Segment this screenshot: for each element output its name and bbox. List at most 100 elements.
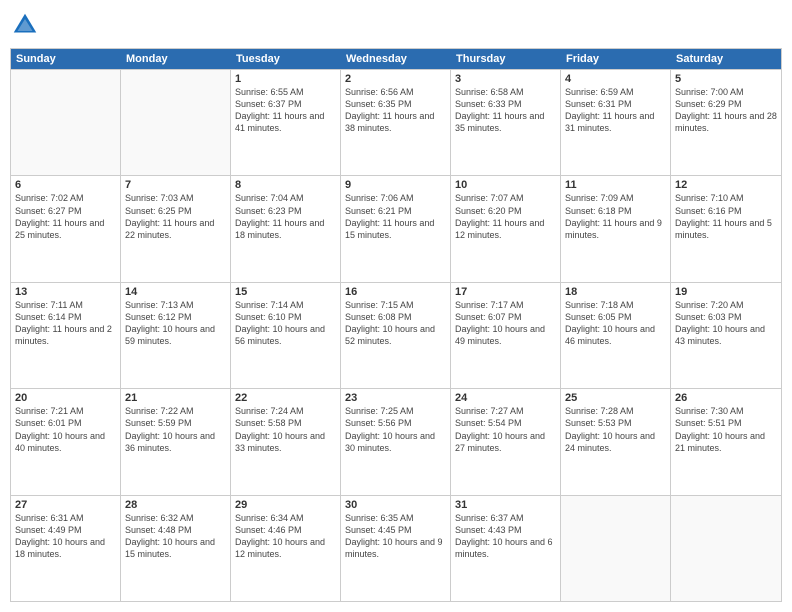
day-info: Sunrise: 7:30 AM Sunset: 5:51 PM Dayligh… <box>675 405 777 454</box>
day-info: Sunrise: 7:10 AM Sunset: 6:16 PM Dayligh… <box>675 192 777 241</box>
header-day-saturday: Saturday <box>671 49 781 69</box>
day-cell-31: 31Sunrise: 6:37 AM Sunset: 4:43 PM Dayli… <box>451 496 561 601</box>
day-cell-5: 5Sunrise: 7:00 AM Sunset: 6:29 PM Daylig… <box>671 70 781 175</box>
week-row-4: 20Sunrise: 7:21 AM Sunset: 6:01 PM Dayli… <box>11 388 781 494</box>
day-cell-7: 7Sunrise: 7:03 AM Sunset: 6:25 PM Daylig… <box>121 176 231 281</box>
day-info: Sunrise: 6:55 AM Sunset: 6:37 PM Dayligh… <box>235 86 336 135</box>
day-cell-16: 16Sunrise: 7:15 AM Sunset: 6:08 PM Dayli… <box>341 283 451 388</box>
day-number: 2 <box>345 73 446 85</box>
calendar: SundayMondayTuesdayWednesdayThursdayFrid… <box>10 48 782 602</box>
day-number: 13 <box>15 286 116 298</box>
week-row-1: 1Sunrise: 6:55 AM Sunset: 6:37 PM Daylig… <box>11 69 781 175</box>
day-cell-25: 25Sunrise: 7:28 AM Sunset: 5:53 PM Dayli… <box>561 389 671 494</box>
day-cell-17: 17Sunrise: 7:17 AM Sunset: 6:07 PM Dayli… <box>451 283 561 388</box>
day-number: 27 <box>15 499 116 511</box>
day-info: Sunrise: 7:11 AM Sunset: 6:14 PM Dayligh… <box>15 299 116 348</box>
day-number: 24 <box>455 392 556 404</box>
day-info: Sunrise: 7:15 AM Sunset: 6:08 PM Dayligh… <box>345 299 446 348</box>
week-row-3: 13Sunrise: 7:11 AM Sunset: 6:14 PM Dayli… <box>11 282 781 388</box>
day-number: 16 <box>345 286 446 298</box>
day-info: Sunrise: 6:59 AM Sunset: 6:31 PM Dayligh… <box>565 86 666 135</box>
day-number: 11 <box>565 179 666 191</box>
day-number: 22 <box>235 392 336 404</box>
page: SundayMondayTuesdayWednesdayThursdayFrid… <box>0 0 792 612</box>
day-info: Sunrise: 7:07 AM Sunset: 6:20 PM Dayligh… <box>455 192 556 241</box>
day-info: Sunrise: 6:35 AM Sunset: 4:45 PM Dayligh… <box>345 512 446 561</box>
empty-cell <box>121 70 231 175</box>
day-number: 4 <box>565 73 666 85</box>
day-cell-27: 27Sunrise: 6:31 AM Sunset: 4:49 PM Dayli… <box>11 496 121 601</box>
header-day-tuesday: Tuesday <box>231 49 341 69</box>
day-info: Sunrise: 7:06 AM Sunset: 6:21 PM Dayligh… <box>345 192 446 241</box>
day-cell-12: 12Sunrise: 7:10 AM Sunset: 6:16 PM Dayli… <box>671 176 781 281</box>
day-cell-26: 26Sunrise: 7:30 AM Sunset: 5:51 PM Dayli… <box>671 389 781 494</box>
day-number: 9 <box>345 179 446 191</box>
day-info: Sunrise: 7:27 AM Sunset: 5:54 PM Dayligh… <box>455 405 556 454</box>
day-number: 7 <box>125 179 226 191</box>
day-number: 5 <box>675 73 777 85</box>
day-info: Sunrise: 6:32 AM Sunset: 4:48 PM Dayligh… <box>125 512 226 561</box>
day-info: Sunrise: 7:22 AM Sunset: 5:59 PM Dayligh… <box>125 405 226 454</box>
day-number: 20 <box>15 392 116 404</box>
day-number: 29 <box>235 499 336 511</box>
header-day-wednesday: Wednesday <box>341 49 451 69</box>
empty-cell <box>561 496 671 601</box>
day-number: 14 <box>125 286 226 298</box>
week-row-5: 27Sunrise: 6:31 AM Sunset: 4:49 PM Dayli… <box>11 495 781 601</box>
day-cell-13: 13Sunrise: 7:11 AM Sunset: 6:14 PM Dayli… <box>11 283 121 388</box>
day-cell-10: 10Sunrise: 7:07 AM Sunset: 6:20 PM Dayli… <box>451 176 561 281</box>
day-cell-14: 14Sunrise: 7:13 AM Sunset: 6:12 PM Dayli… <box>121 283 231 388</box>
day-number: 30 <box>345 499 446 511</box>
day-info: Sunrise: 6:34 AM Sunset: 4:46 PM Dayligh… <box>235 512 336 561</box>
calendar-body: 1Sunrise: 6:55 AM Sunset: 6:37 PM Daylig… <box>11 69 781 601</box>
header-day-friday: Friday <box>561 49 671 69</box>
day-number: 28 <box>125 499 226 511</box>
header-day-sunday: Sunday <box>11 49 121 69</box>
empty-cell <box>671 496 781 601</box>
day-cell-30: 30Sunrise: 6:35 AM Sunset: 4:45 PM Dayli… <box>341 496 451 601</box>
day-info: Sunrise: 7:00 AM Sunset: 6:29 PM Dayligh… <box>675 86 777 135</box>
day-cell-4: 4Sunrise: 6:59 AM Sunset: 6:31 PM Daylig… <box>561 70 671 175</box>
day-info: Sunrise: 7:25 AM Sunset: 5:56 PM Dayligh… <box>345 405 446 454</box>
day-number: 23 <box>345 392 446 404</box>
day-cell-20: 20Sunrise: 7:21 AM Sunset: 6:01 PM Dayli… <box>11 389 121 494</box>
day-number: 26 <box>675 392 777 404</box>
day-info: Sunrise: 7:04 AM Sunset: 6:23 PM Dayligh… <box>235 192 336 241</box>
day-cell-23: 23Sunrise: 7:25 AM Sunset: 5:56 PM Dayli… <box>341 389 451 494</box>
empty-cell <box>11 70 121 175</box>
day-cell-9: 9Sunrise: 7:06 AM Sunset: 6:21 PM Daylig… <box>341 176 451 281</box>
day-number: 17 <box>455 286 556 298</box>
day-info: Sunrise: 7:02 AM Sunset: 6:27 PM Dayligh… <box>15 192 116 241</box>
day-number: 25 <box>565 392 666 404</box>
header-day-monday: Monday <box>121 49 231 69</box>
day-cell-21: 21Sunrise: 7:22 AM Sunset: 5:59 PM Dayli… <box>121 389 231 494</box>
day-number: 31 <box>455 499 556 511</box>
day-cell-8: 8Sunrise: 7:04 AM Sunset: 6:23 PM Daylig… <box>231 176 341 281</box>
day-cell-2: 2Sunrise: 6:56 AM Sunset: 6:35 PM Daylig… <box>341 70 451 175</box>
day-number: 6 <box>15 179 116 191</box>
day-cell-11: 11Sunrise: 7:09 AM Sunset: 6:18 PM Dayli… <box>561 176 671 281</box>
day-info: Sunrise: 7:28 AM Sunset: 5:53 PM Dayligh… <box>565 405 666 454</box>
day-cell-29: 29Sunrise: 6:34 AM Sunset: 4:46 PM Dayli… <box>231 496 341 601</box>
header <box>10 10 782 40</box>
day-number: 8 <box>235 179 336 191</box>
calendar-header: SundayMondayTuesdayWednesdayThursdayFrid… <box>11 49 781 69</box>
day-number: 1 <box>235 73 336 85</box>
header-day-thursday: Thursday <box>451 49 561 69</box>
day-cell-28: 28Sunrise: 6:32 AM Sunset: 4:48 PM Dayli… <box>121 496 231 601</box>
day-number: 15 <box>235 286 336 298</box>
day-number: 12 <box>675 179 777 191</box>
day-cell-24: 24Sunrise: 7:27 AM Sunset: 5:54 PM Dayli… <box>451 389 561 494</box>
day-number: 10 <box>455 179 556 191</box>
logo-icon <box>10 10 40 40</box>
day-info: Sunrise: 7:18 AM Sunset: 6:05 PM Dayligh… <box>565 299 666 348</box>
day-number: 3 <box>455 73 556 85</box>
day-cell-22: 22Sunrise: 7:24 AM Sunset: 5:58 PM Dayli… <box>231 389 341 494</box>
day-cell-1: 1Sunrise: 6:55 AM Sunset: 6:37 PM Daylig… <box>231 70 341 175</box>
day-cell-19: 19Sunrise: 7:20 AM Sunset: 6:03 PM Dayli… <box>671 283 781 388</box>
day-info: Sunrise: 7:03 AM Sunset: 6:25 PM Dayligh… <box>125 192 226 241</box>
day-info: Sunrise: 7:24 AM Sunset: 5:58 PM Dayligh… <box>235 405 336 454</box>
day-info: Sunrise: 6:37 AM Sunset: 4:43 PM Dayligh… <box>455 512 556 561</box>
day-info: Sunrise: 6:31 AM Sunset: 4:49 PM Dayligh… <box>15 512 116 561</box>
day-info: Sunrise: 7:20 AM Sunset: 6:03 PM Dayligh… <box>675 299 777 348</box>
